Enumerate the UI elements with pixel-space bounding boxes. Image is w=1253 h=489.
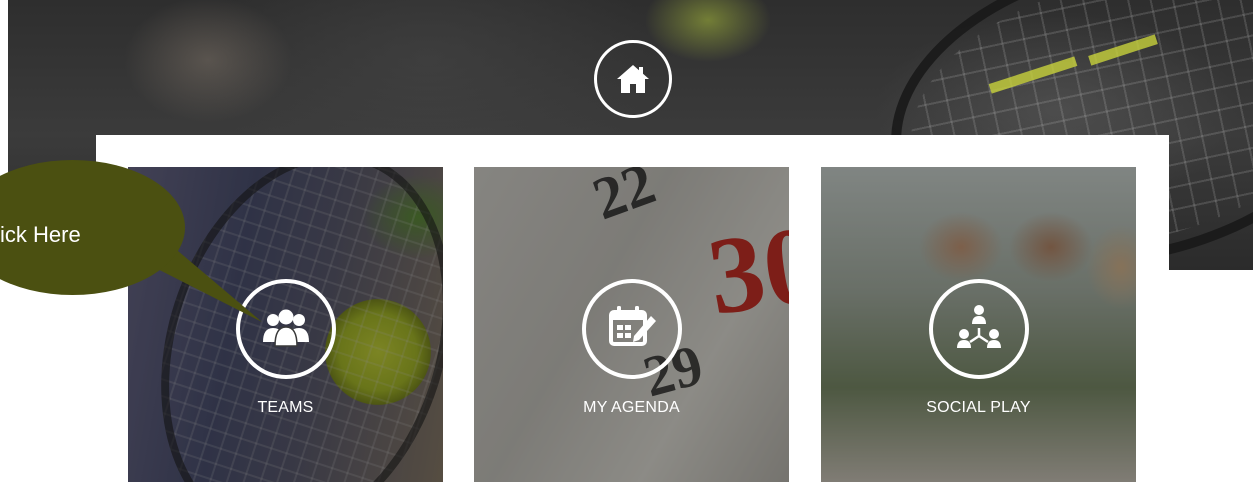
callout-text: ick Here [0, 222, 81, 247]
social-icon-circle [928, 279, 1029, 379]
tile-my-agenda[interactable]: 22 30 29 MY AGENDA [474, 167, 789, 482]
users-icon [262, 309, 309, 347]
teams-icon-circle [235, 279, 336, 379]
agenda-icon-circle [581, 279, 682, 379]
tile-label: SOCIAL PLAY [926, 399, 1031, 416]
home-icon [617, 65, 649, 93]
tile-label: MY AGENDA [583, 399, 680, 416]
home-button[interactable] [594, 40, 672, 118]
network-people-icon [956, 305, 1001, 348]
tile-social-play[interactable]: SOCIAL PLAY [821, 167, 1136, 482]
tile-label: TEAMS [257, 399, 314, 416]
calendar-edit-icon [608, 306, 656, 346]
